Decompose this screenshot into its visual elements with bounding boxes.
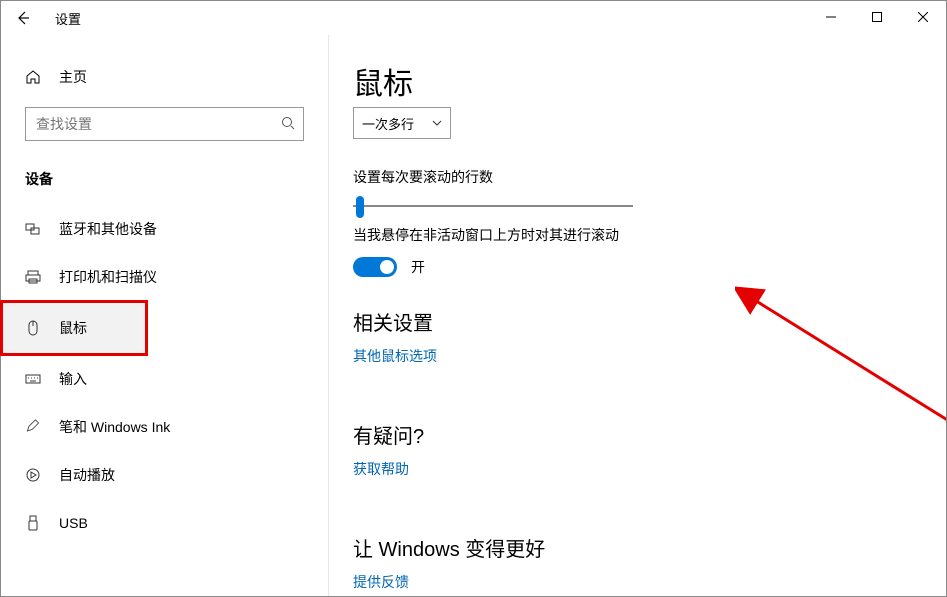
autoplay-icon — [25, 467, 47, 483]
minimize-button[interactable] — [808, 1, 854, 33]
slider-thumb[interactable] — [356, 196, 364, 218]
get-help-link[interactable]: 获取帮助 — [353, 459, 409, 479]
home-label: 主页 — [59, 67, 87, 87]
category-header: 设备 — [25, 169, 304, 189]
pen-icon — [25, 419, 47, 435]
back-button[interactable] — [1, 1, 45, 35]
toggle-knob — [380, 260, 394, 274]
close-icon — [918, 12, 928, 22]
sidebar-item-pen[interactable]: 笔和 Windows Ink — [1, 403, 328, 451]
sidebar-item-label: 自动播放 — [59, 465, 115, 485]
question-header: 有疑问? — [353, 420, 922, 449]
scroll-mode-dropdown[interactable]: 一次多行 — [353, 107, 451, 139]
sidebar-item-autoplay[interactable]: 自动播放 — [1, 451, 328, 499]
maximize-button[interactable] — [854, 1, 900, 33]
hover-scroll-toggle[interactable] — [353, 257, 397, 277]
related-settings-header: 相关设置 — [353, 307, 922, 336]
sidebar-item-label: 笔和 Windows Ink — [59, 417, 170, 437]
sidebar-item-label: 输入 — [59, 369, 87, 389]
toggle-state-label: 开 — [411, 257, 425, 277]
lines-label: 设置每次要滚动的行数 — [353, 167, 922, 187]
sidebar-item-mouse[interactable]: 鼠标 — [1, 301, 147, 355]
sidebar-item-bluetooth[interactable]: 蓝牙和其他设备 — [1, 205, 328, 253]
window-title: 设置 — [55, 9, 81, 28]
additional-mouse-options-link[interactable]: 其他鼠标选项 — [353, 346, 437, 366]
home-button[interactable]: 主页 — [1, 55, 328, 99]
printer-icon — [25, 269, 47, 285]
home-icon — [25, 69, 47, 85]
chevron-down-icon — [432, 116, 442, 131]
give-feedback-link[interactable]: 提供反馈 — [353, 572, 409, 592]
minimize-icon — [826, 12, 836, 22]
bluetooth-devices-icon — [25, 221, 47, 237]
search-input[interactable] — [34, 115, 281, 133]
usb-icon — [25, 515, 47, 531]
sidebar-item-label: 鼠标 — [59, 318, 87, 338]
sidebar-item-label: USB — [59, 515, 88, 531]
feedback-header: 让 Windows 变得更好 — [353, 533, 922, 562]
sidebar-item-usb[interactable]: USB — [1, 499, 328, 547]
close-button[interactable] — [900, 1, 946, 33]
dropdown-value: 一次多行 — [362, 114, 414, 133]
back-arrow-icon — [15, 10, 31, 26]
main-content: 鼠标 一次多行 设置每次要滚动的行数 当我悬停在非活动窗口上方时对其进行滚动 开… — [329, 35, 946, 596]
sidebar-item-typing[interactable]: 输入 — [1, 355, 328, 403]
sidebar: 主页 设备 蓝牙和其他设备 打印机和扫描仪 — [1, 35, 329, 596]
search-box[interactable] — [25, 107, 304, 141]
sidebar-item-label: 蓝牙和其他设备 — [59, 219, 157, 239]
page-title: 鼠标 — [353, 59, 922, 103]
sidebar-item-printers[interactable]: 打印机和扫描仪 — [1, 253, 328, 301]
maximize-icon — [872, 12, 882, 22]
lines-slider[interactable] — [353, 205, 633, 207]
mouse-icon — [25, 320, 47, 336]
hover-scroll-label: 当我悬停在非活动窗口上方时对其进行滚动 — [353, 225, 922, 245]
search-icon — [281, 116, 295, 133]
keyboard-icon — [25, 371, 47, 387]
sidebar-item-label: 打印机和扫描仪 — [59, 267, 157, 287]
